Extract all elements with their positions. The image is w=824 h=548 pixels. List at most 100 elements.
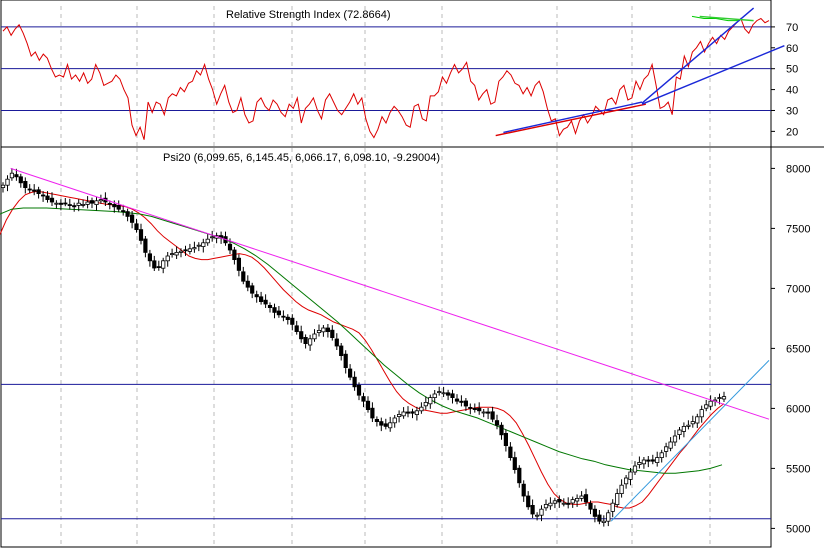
- candle: [134, 223, 139, 231]
- candle: [579, 495, 584, 499]
- candle: [41, 194, 46, 197]
- candle: [575, 497, 580, 502]
- candle: [583, 494, 589, 503]
- candle: [263, 299, 268, 305]
- candle: [245, 280, 250, 288]
- candle: [597, 514, 602, 522]
- candle: [392, 417, 397, 424]
- candle: [503, 432, 509, 446]
- candle: [383, 423, 388, 427]
- candle: [668, 441, 673, 449]
- candle: [116, 204, 121, 210]
- candle: [361, 396, 366, 402]
- candle: [143, 238, 148, 253]
- candle: [303, 336, 308, 344]
- candle: [428, 397, 433, 405]
- candle: [18, 176, 23, 184]
- candle: [107, 202, 112, 205]
- candle: [445, 392, 451, 396]
- candle: [494, 420, 500, 426]
- rsi-tick-label: 30: [786, 105, 798, 117]
- candle: [557, 498, 562, 503]
- candle: [521, 483, 526, 497]
- moving-average-red: [0, 190, 725, 509]
- candle: [624, 477, 629, 485]
- price-tick-label: 8000: [786, 163, 810, 175]
- candle: [241, 271, 246, 282]
- candle: [677, 429, 682, 435]
- candle: [419, 406, 424, 412]
- rsi-trendline: [641, 45, 785, 105]
- candle: [89, 200, 95, 204]
- price-tick-label: 7000: [786, 283, 810, 295]
- candle: [641, 459, 647, 465]
- candle: [450, 393, 455, 398]
- candle: [637, 461, 642, 465]
- candle: [401, 411, 406, 417]
- candle: [98, 199, 103, 202]
- candle: [454, 398, 460, 402]
- candle: [543, 503, 549, 509]
- candle: [94, 200, 99, 206]
- candle: [321, 327, 326, 333]
- candle: [330, 329, 335, 339]
- price-tick-label: 5500: [786, 463, 810, 475]
- candle: [165, 255, 170, 262]
- candle: [281, 315, 286, 318]
- candle: [535, 514, 540, 517]
- rsi-tick-label: 40: [786, 85, 798, 97]
- candle: [174, 251, 179, 256]
- candle: [156, 266, 161, 269]
- candle: [5, 178, 10, 186]
- candle: [490, 411, 495, 420]
- candle: [147, 253, 152, 262]
- candle: [178, 250, 184, 253]
- price-axis-ticks: 5000 5500 6000 6500 7000 7500 8000: [771, 163, 810, 535]
- candle: [312, 333, 317, 340]
- candle: [254, 294, 259, 298]
- price-reference-lines: [1, 383, 771, 520]
- candle: [659, 452, 664, 458]
- candle: [272, 307, 277, 313]
- candle: [9, 172, 14, 179]
- price-tick-label: 6500: [786, 343, 810, 355]
- candle: [517, 467, 522, 484]
- rsi-tick-label: 70: [786, 22, 798, 34]
- candle: [258, 296, 264, 302]
- candle: [526, 495, 531, 508]
- candle: [54, 202, 59, 205]
- candle: [481, 411, 486, 414]
- candle: [299, 331, 304, 340]
- trendlines: [10, 7, 785, 522]
- price-title: Psi20 (6,099.65, 6,145.45, 6,066.17, 6,0…: [163, 152, 440, 164]
- candle: [325, 327, 331, 332]
- candle: [561, 502, 566, 505]
- moving-average-green: [0, 207, 723, 474]
- candle: [169, 253, 175, 256]
- candle: [459, 400, 464, 403]
- candle: [610, 502, 615, 512]
- candle: [485, 411, 491, 414]
- candle: [721, 396, 727, 400]
- candle: [499, 424, 504, 436]
- candle: [267, 304, 273, 308]
- rsi-tick-label: 60: [786, 43, 798, 55]
- candle: [548, 502, 553, 507]
- candle: [49, 197, 55, 203]
- candle: [423, 401, 428, 407]
- candle: [196, 244, 201, 247]
- candle: [405, 411, 411, 414]
- candle: [370, 407, 375, 419]
- candle: [161, 260, 166, 269]
- candle: [356, 384, 362, 396]
- candle: [290, 317, 295, 325]
- candle: [410, 411, 415, 414]
- rsi-series: [2, 15, 770, 140]
- rsi-trendline: [495, 103, 646, 137]
- candle: [655, 457, 660, 464]
- price-tick-label: 7500: [786, 223, 810, 235]
- candle: [285, 316, 290, 321]
- candle: [530, 504, 535, 515]
- candle: [81, 203, 86, 206]
- candle: [307, 338, 313, 346]
